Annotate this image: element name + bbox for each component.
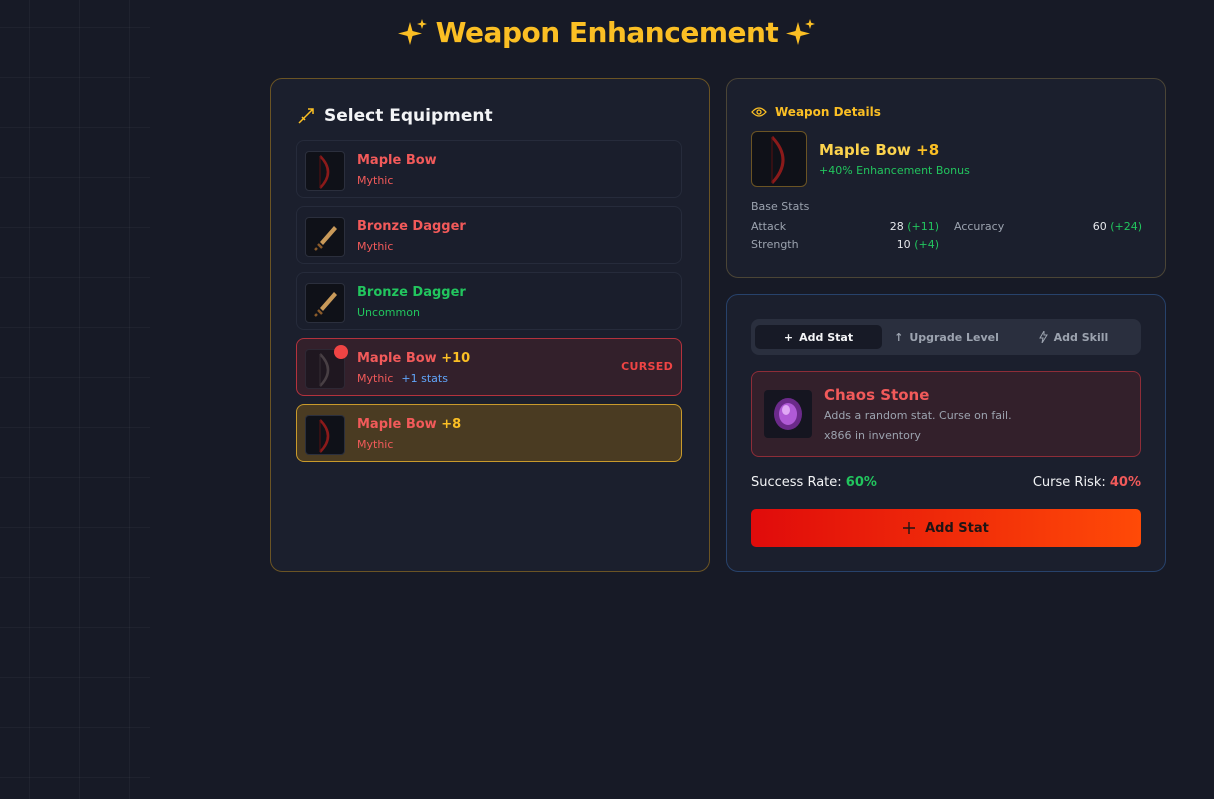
success-rate: Success Rate: 60% <box>751 475 877 490</box>
chaos-stone-card: Chaos Stone Adds a random stat. Curse on… <box>751 371 1141 457</box>
tab-upgrade-level[interactable]: ↑ Upgrade Level <box>883 325 1010 349</box>
enhancement-tabs: + Add Stat ↑ Upgrade Level Add Skill <box>751 319 1141 355</box>
equipment-panel: Select Equipment Maple Bow Mythic Bronze… <box>270 78 710 572</box>
skull-icon <box>334 345 348 359</box>
equipment-item-name: Maple Bow <box>357 153 437 168</box>
weapon-name: Maple Bow +8 <box>819 141 940 159</box>
weapon-details-panel: Weapon Details Maple Bow +8 +40% Enhance… <box>726 78 1166 278</box>
equipment-item-name: Maple Bow +8 <box>357 417 462 432</box>
bow-icon <box>305 151 345 191</box>
add-stat-button[interactable]: Add Stat <box>751 509 1141 547</box>
equipment-item-name: Maple Bow +10 <box>357 351 471 366</box>
equipment-item[interactable]: Maple Bow +10 Mythic +1 stats CURSED <box>296 338 682 396</box>
enhancement-bonus: +40% Enhancement Bonus <box>819 164 970 177</box>
equipment-title-text: Select Equipment <box>324 106 493 126</box>
equipment-item-extra: +1 stats <box>401 372 448 385</box>
sparkle-icon <box>397 18 427 45</box>
bow-icon <box>305 415 345 455</box>
dagger-icon <box>305 217 345 257</box>
equipment-item-level: +8 <box>441 417 462 432</box>
stat-attack: Attack 28 (+11) <box>751 220 939 233</box>
sparkle-icon <box>786 18 816 45</box>
tab-add-stat[interactable]: + Add Stat <box>755 325 882 349</box>
eye-icon <box>751 107 767 117</box>
equipment-item-selected[interactable]: Maple Bow +8 Mythic <box>296 404 682 462</box>
stat-accuracy: Accuracy 60 (+24) <box>954 220 1142 233</box>
dagger-icon <box>305 283 345 323</box>
equipment-item-rarity: Uncommon <box>357 306 420 319</box>
lightning-icon <box>1038 331 1048 343</box>
stone-inventory-count: x866 in inventory <box>824 429 921 442</box>
stone-name: Chaos Stone <box>824 386 930 404</box>
base-stats-label: Base Stats <box>751 200 810 213</box>
page-title-text: Weapon Enhancement <box>435 16 779 49</box>
enhancement-action-panel: + Add Stat ↑ Upgrade Level Add Skill Cha… <box>726 294 1166 572</box>
cursed-badge: CURSED <box>621 360 673 373</box>
page-title: Weapon Enhancement <box>0 16 1214 49</box>
stat-strength: Strength 10 (+4) <box>751 238 939 251</box>
equipment-item-level: +10 <box>441 351 471 366</box>
stone-description: Adds a random stat. Curse on fail. <box>824 409 1012 422</box>
equipment-panel-title: Select Equipment <box>297 106 493 126</box>
bow-icon <box>751 131 807 187</box>
plus-icon: + <box>783 330 794 344</box>
plus-icon <box>903 522 916 534</box>
sword-icon <box>298 108 314 124</box>
equipment-item-rarity: Mythic <box>357 240 394 253</box>
weapon-details-heading: Weapon Details <box>751 105 881 119</box>
chaos-stone-icon <box>764 390 812 438</box>
equipment-item[interactable]: Maple Bow Mythic <box>296 140 682 198</box>
background-grid <box>0 0 150 799</box>
equipment-item[interactable]: Bronze Dagger Mythic <box>296 206 682 264</box>
equipment-item-name: Bronze Dagger <box>357 219 466 234</box>
arrow-up-icon: ↑ <box>894 330 904 344</box>
curse-risk: Curse Risk: 40% <box>1032 475 1141 490</box>
tab-add-skill[interactable]: Add Skill <box>1010 325 1137 349</box>
weapon-level: +8 <box>916 141 940 159</box>
equipment-item[interactable]: Bronze Dagger Uncommon <box>296 272 682 330</box>
equipment-item-rarity: Mythic +1 stats <box>357 372 448 385</box>
equipment-item-rarity: Mythic <box>357 174 394 187</box>
equipment-item-name: Bronze Dagger <box>357 285 466 300</box>
equipment-item-rarity: Mythic <box>357 438 394 451</box>
